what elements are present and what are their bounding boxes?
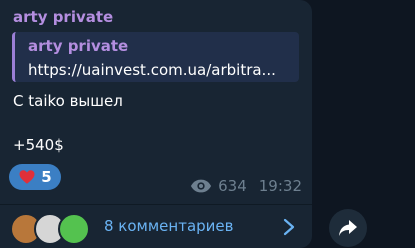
comments-count-label: 8 комментариев [104,217,234,235]
commenter-avatar-3 [58,213,90,245]
chevron-right-icon [283,218,295,236]
forwarded-reply-preview[interactable]: arty private https://uainvest.com.ua/arb… [12,32,299,82]
comments-button[interactable]: 8 комментариев [0,205,312,248]
reply-link-text: https://uainvest.com.ua/arbitra... [28,61,276,79]
message-text-line-1: С taiko вышел [13,92,123,110]
views-count: 634 [218,177,247,195]
message-text-line-2: +540$ [13,136,64,154]
red-heart-icon [19,170,35,184]
share-button[interactable] [329,209,367,247]
reply-sender-name: arty private [28,37,129,55]
message-time: 19:32 [258,177,302,195]
share-icon [339,220,357,236]
reaction-count: 5 [41,168,52,186]
sender-name[interactable]: arty private [13,8,113,26]
message-meta: 634 19:32 [190,177,302,195]
eye-icon [191,179,212,193]
chat-area: arty private arty private https://uainve… [0,0,415,248]
reaction-heart-button[interactable]: 5 [9,164,61,190]
message-bubble[interactable]: arty private arty private https://uainve… [0,0,312,248]
